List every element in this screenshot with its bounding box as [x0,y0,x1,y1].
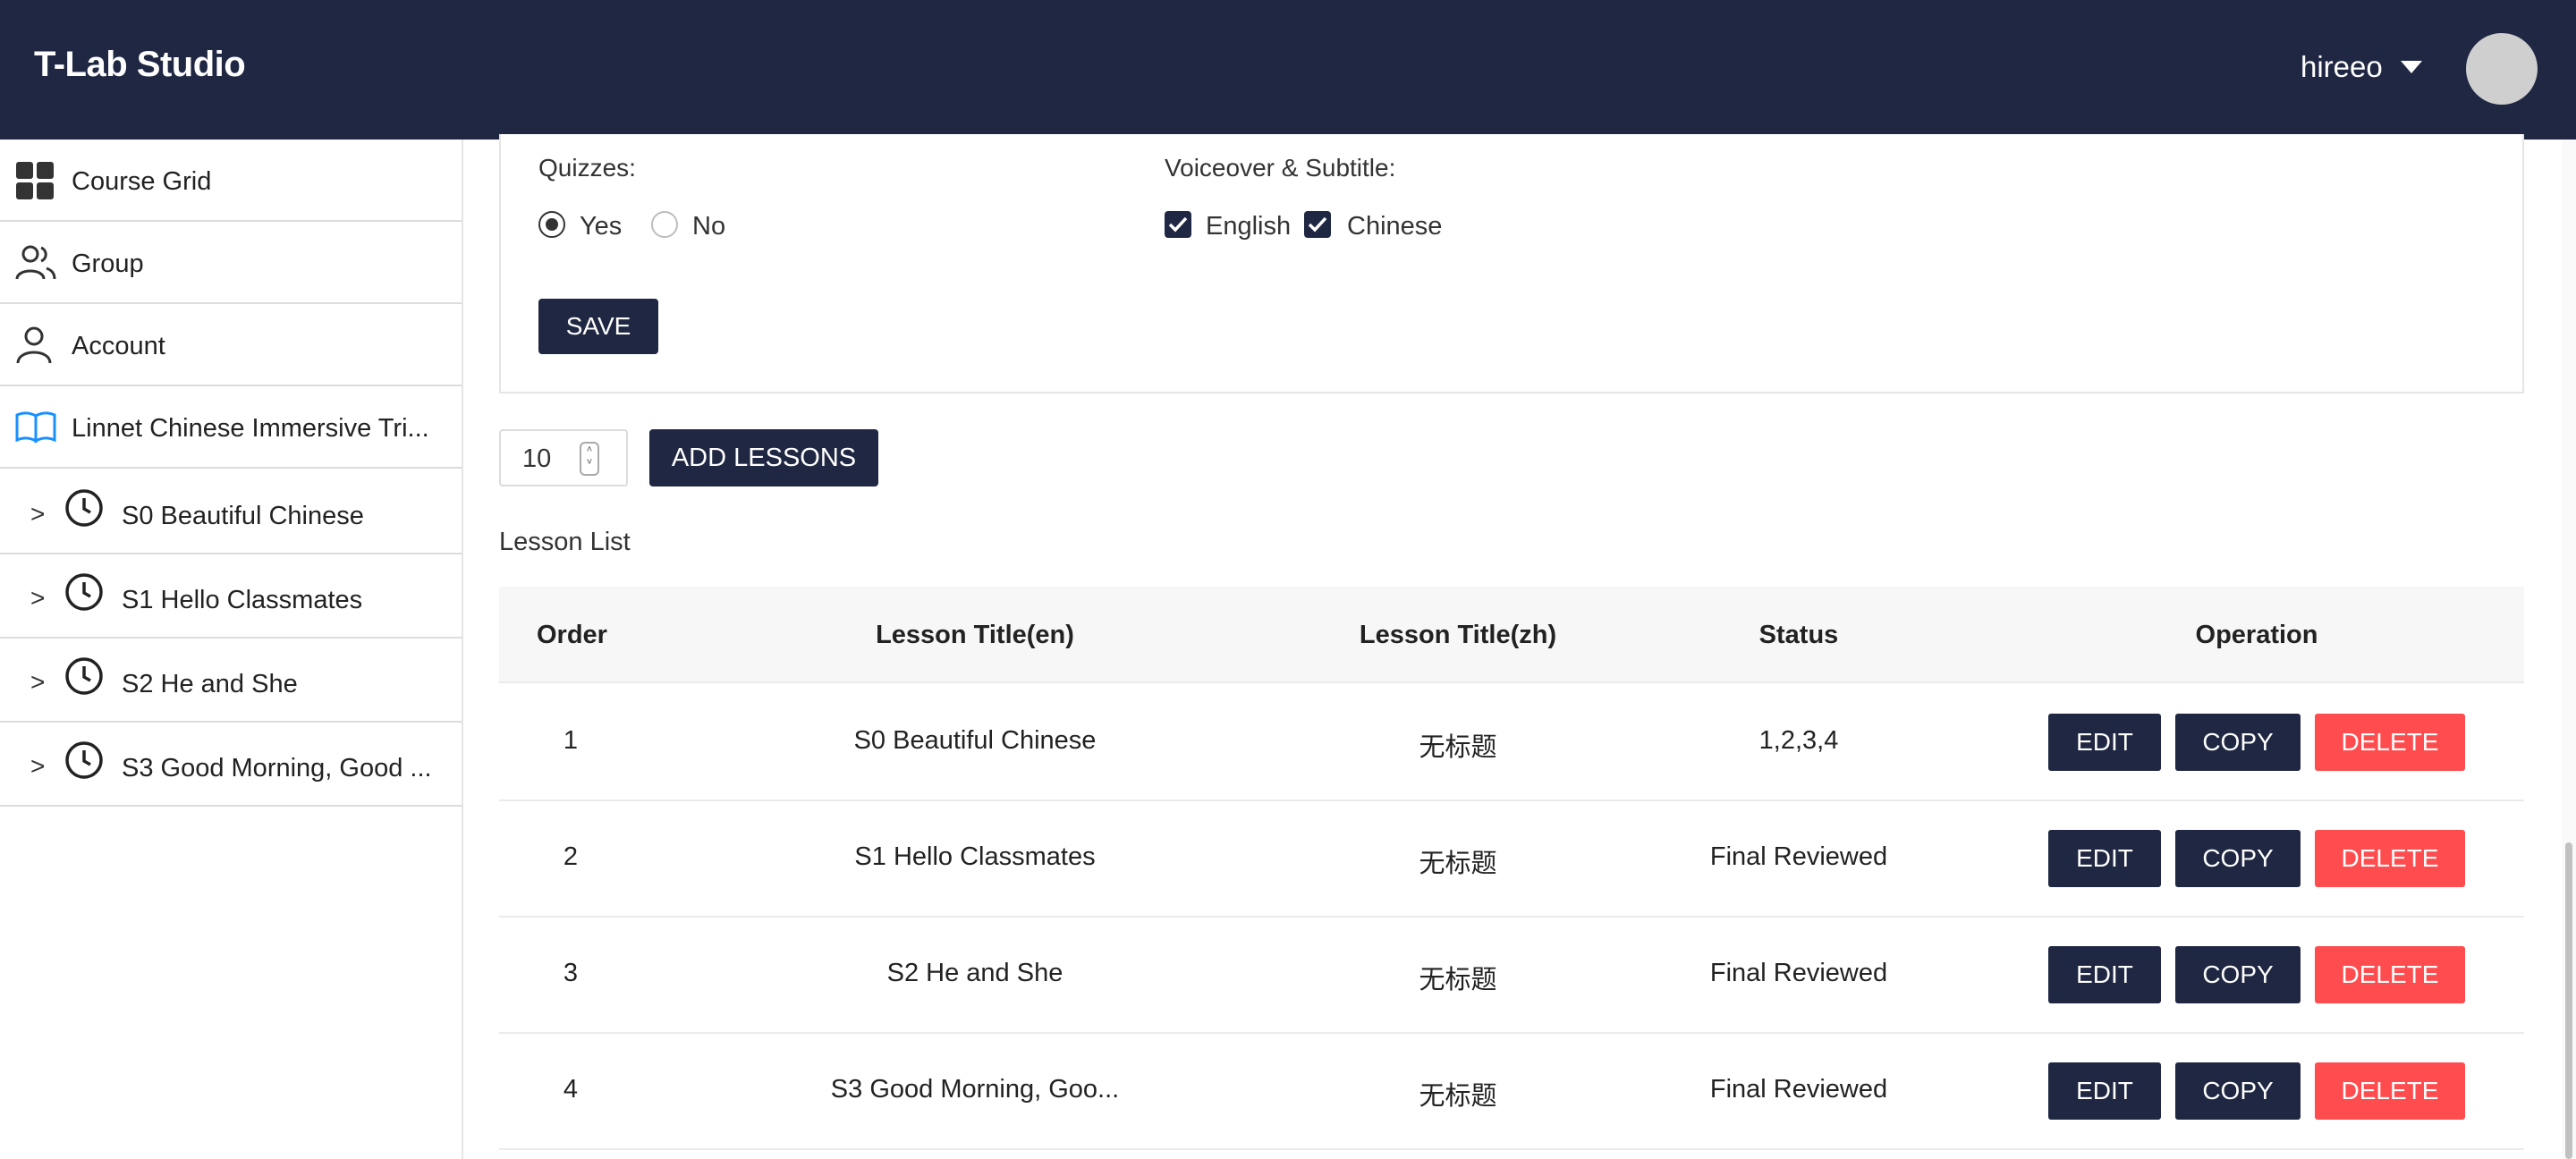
edit-button[interactable]: EDIT [2048,714,2161,771]
group-icon [14,243,57,283]
delete-button[interactable]: DELETE [2315,714,2465,771]
sidebar-subitem-s3[interactable]: > S3 Good Morning, Good ... [0,723,462,807]
cell-title-zh: 无标题 [1419,1082,1497,1111]
chevron-down-icon[interactable] [2401,61,2422,73]
column-header-status: Status [1758,621,1839,649]
avatar[interactable] [2466,33,2538,105]
cell-status: 1,2,3,4 [1758,726,1839,755]
table-row: 2 S1 Hello Classmates 无标题 Final Reviewed… [499,801,2524,918]
clock-icon [64,740,104,780]
sidebar-item-label: Linnet Chinese Immersive Tri... [72,414,429,443]
brand-title[interactable]: T-Lab Studio [34,45,246,85]
sidebar-item-label: Account [72,332,165,360]
scrollbar-thumb[interactable] [2565,842,2572,1159]
table-header: Order Lesson Title(en) Lesson Title(zh) … [499,587,2524,683]
sidebar-item-account[interactable]: Account [0,304,462,386]
sidebar-subitem-label: S1 Hello Classmates [122,586,363,614]
add-lessons-button[interactable]: ADD LESSONS [649,429,878,486]
sidebar-subitem-s2[interactable]: > S2 He and She [0,639,462,723]
cell-order: 1 [563,726,579,755]
sidebar: Course Grid Group Account Linnet Chinese… [0,140,463,1159]
cell-title-en: S0 Beautiful Chinese [853,726,1097,755]
cell-order: 2 [563,842,579,871]
cell-order: 3 [563,959,579,987]
delete-button[interactable]: DELETE [2315,1062,2465,1120]
delete-button[interactable]: DELETE [2315,946,2465,1003]
edit-button[interactable]: EDIT [2048,946,2161,1003]
cell-title-zh: 无标题 [1419,850,1497,878]
cell-order: 4 [563,1075,579,1104]
quizzes-no-radio[interactable] [651,211,678,238]
english-checkbox[interactable] [1165,211,1191,238]
sidebar-item-course[interactable]: Linnet Chinese Immersive Tri... [0,386,462,469]
voiceover-label: Voiceover & Subtitle: [1165,154,1396,182]
column-header-order: Order [537,621,607,649]
quizzes-label: Quizzes: [538,154,636,182]
chevron-right-icon[interactable]: > [30,668,45,697]
edit-button[interactable]: EDIT [2048,1062,2161,1120]
lesson-count-value: 10 [522,444,552,473]
table-row: 3 S2 He and She 无标题 Final Reviewed EDIT … [499,918,2524,1034]
column-header-title-en: Lesson Title(en) [876,621,1074,649]
clock-icon [64,488,104,528]
column-header-title-zh: Lesson Title(zh) [1359,621,1557,649]
vertical-scrollbar[interactable] [2562,140,2576,1159]
english-label[interactable]: English [1206,212,1291,241]
cell-title-en: S3 Good Morning, Goo... [830,1075,1120,1104]
copy-button[interactable]: COPY [2175,946,2301,1003]
sidebar-item-group[interactable]: Group [0,222,462,304]
cell-title-en: S2 He and She [886,959,1063,987]
sidebar-item-label: Group [72,250,144,278]
copy-button[interactable]: COPY [2175,830,2301,887]
sidebar-subitem-label: S2 He and She [122,670,298,698]
cell-title-zh: 无标题 [1419,733,1497,762]
cell-status: Final Reviewed [1709,842,1888,871]
top-header: T-Lab Studio hireeo [0,0,2576,140]
quizzes-no-label[interactable]: No [692,212,725,241]
stepper-icon[interactable]: ˄ ˅ [580,442,599,476]
cell-status: Final Reviewed [1709,959,1888,987]
clock-icon [64,656,104,696]
edit-button[interactable]: EDIT [2048,830,2161,887]
chevron-right-icon[interactable]: > [30,584,45,613]
cell-status: Final Reviewed [1709,1075,1888,1104]
quizzes-yes-label[interactable]: Yes [580,212,622,241]
cell-title-en: S1 Hello Classmates [854,842,1096,871]
sidebar-subitem-label: S3 Good Morning, Good ... [122,754,432,783]
book-icon [14,408,57,447]
chevron-right-icon[interactable]: > [30,500,45,529]
copy-button[interactable]: COPY [2175,714,2301,771]
save-button[interactable]: SAVE [538,299,658,354]
sidebar-subitem-label: S0 Beautiful Chinese [122,502,364,530]
delete-button[interactable]: DELETE [2315,830,2465,887]
chinese-checkbox[interactable] [1304,211,1331,238]
copy-button[interactable]: COPY [2175,1062,2301,1120]
person-icon [14,326,57,365]
chinese-label[interactable]: Chinese [1347,212,1442,241]
table-row: 1 S0 Beautiful Chinese 无标题 1,2,3,4 EDIT … [499,685,2524,801]
grid-icon [14,161,57,200]
course-settings-card: Quizzes: Yes No Voiceover & Subtitle: En… [499,134,2524,393]
quizzes-yes-radio[interactable] [538,211,565,238]
chevron-right-icon[interactable]: > [30,752,45,781]
cell-title-zh: 无标题 [1419,966,1497,994]
lesson-list-title: Lesson List [499,528,631,556]
column-header-operation: Operation [2195,621,2318,649]
lesson-count-input[interactable]: 10 ˄ ˅ [499,429,628,486]
table-row: 4 S3 Good Morning, Goo... 无标题 Final Revi… [499,1034,2524,1150]
sidebar-item-label: Course Grid [72,167,212,196]
username[interactable]: hireeo [2301,50,2383,84]
sidebar-subitem-s1[interactable]: > S1 Hello Classmates [0,554,462,639]
sidebar-subitem-s0[interactable]: > S0 Beautiful Chinese [0,470,462,554]
clock-icon [64,572,104,612]
sidebar-item-course-grid[interactable]: Course Grid [0,140,462,222]
